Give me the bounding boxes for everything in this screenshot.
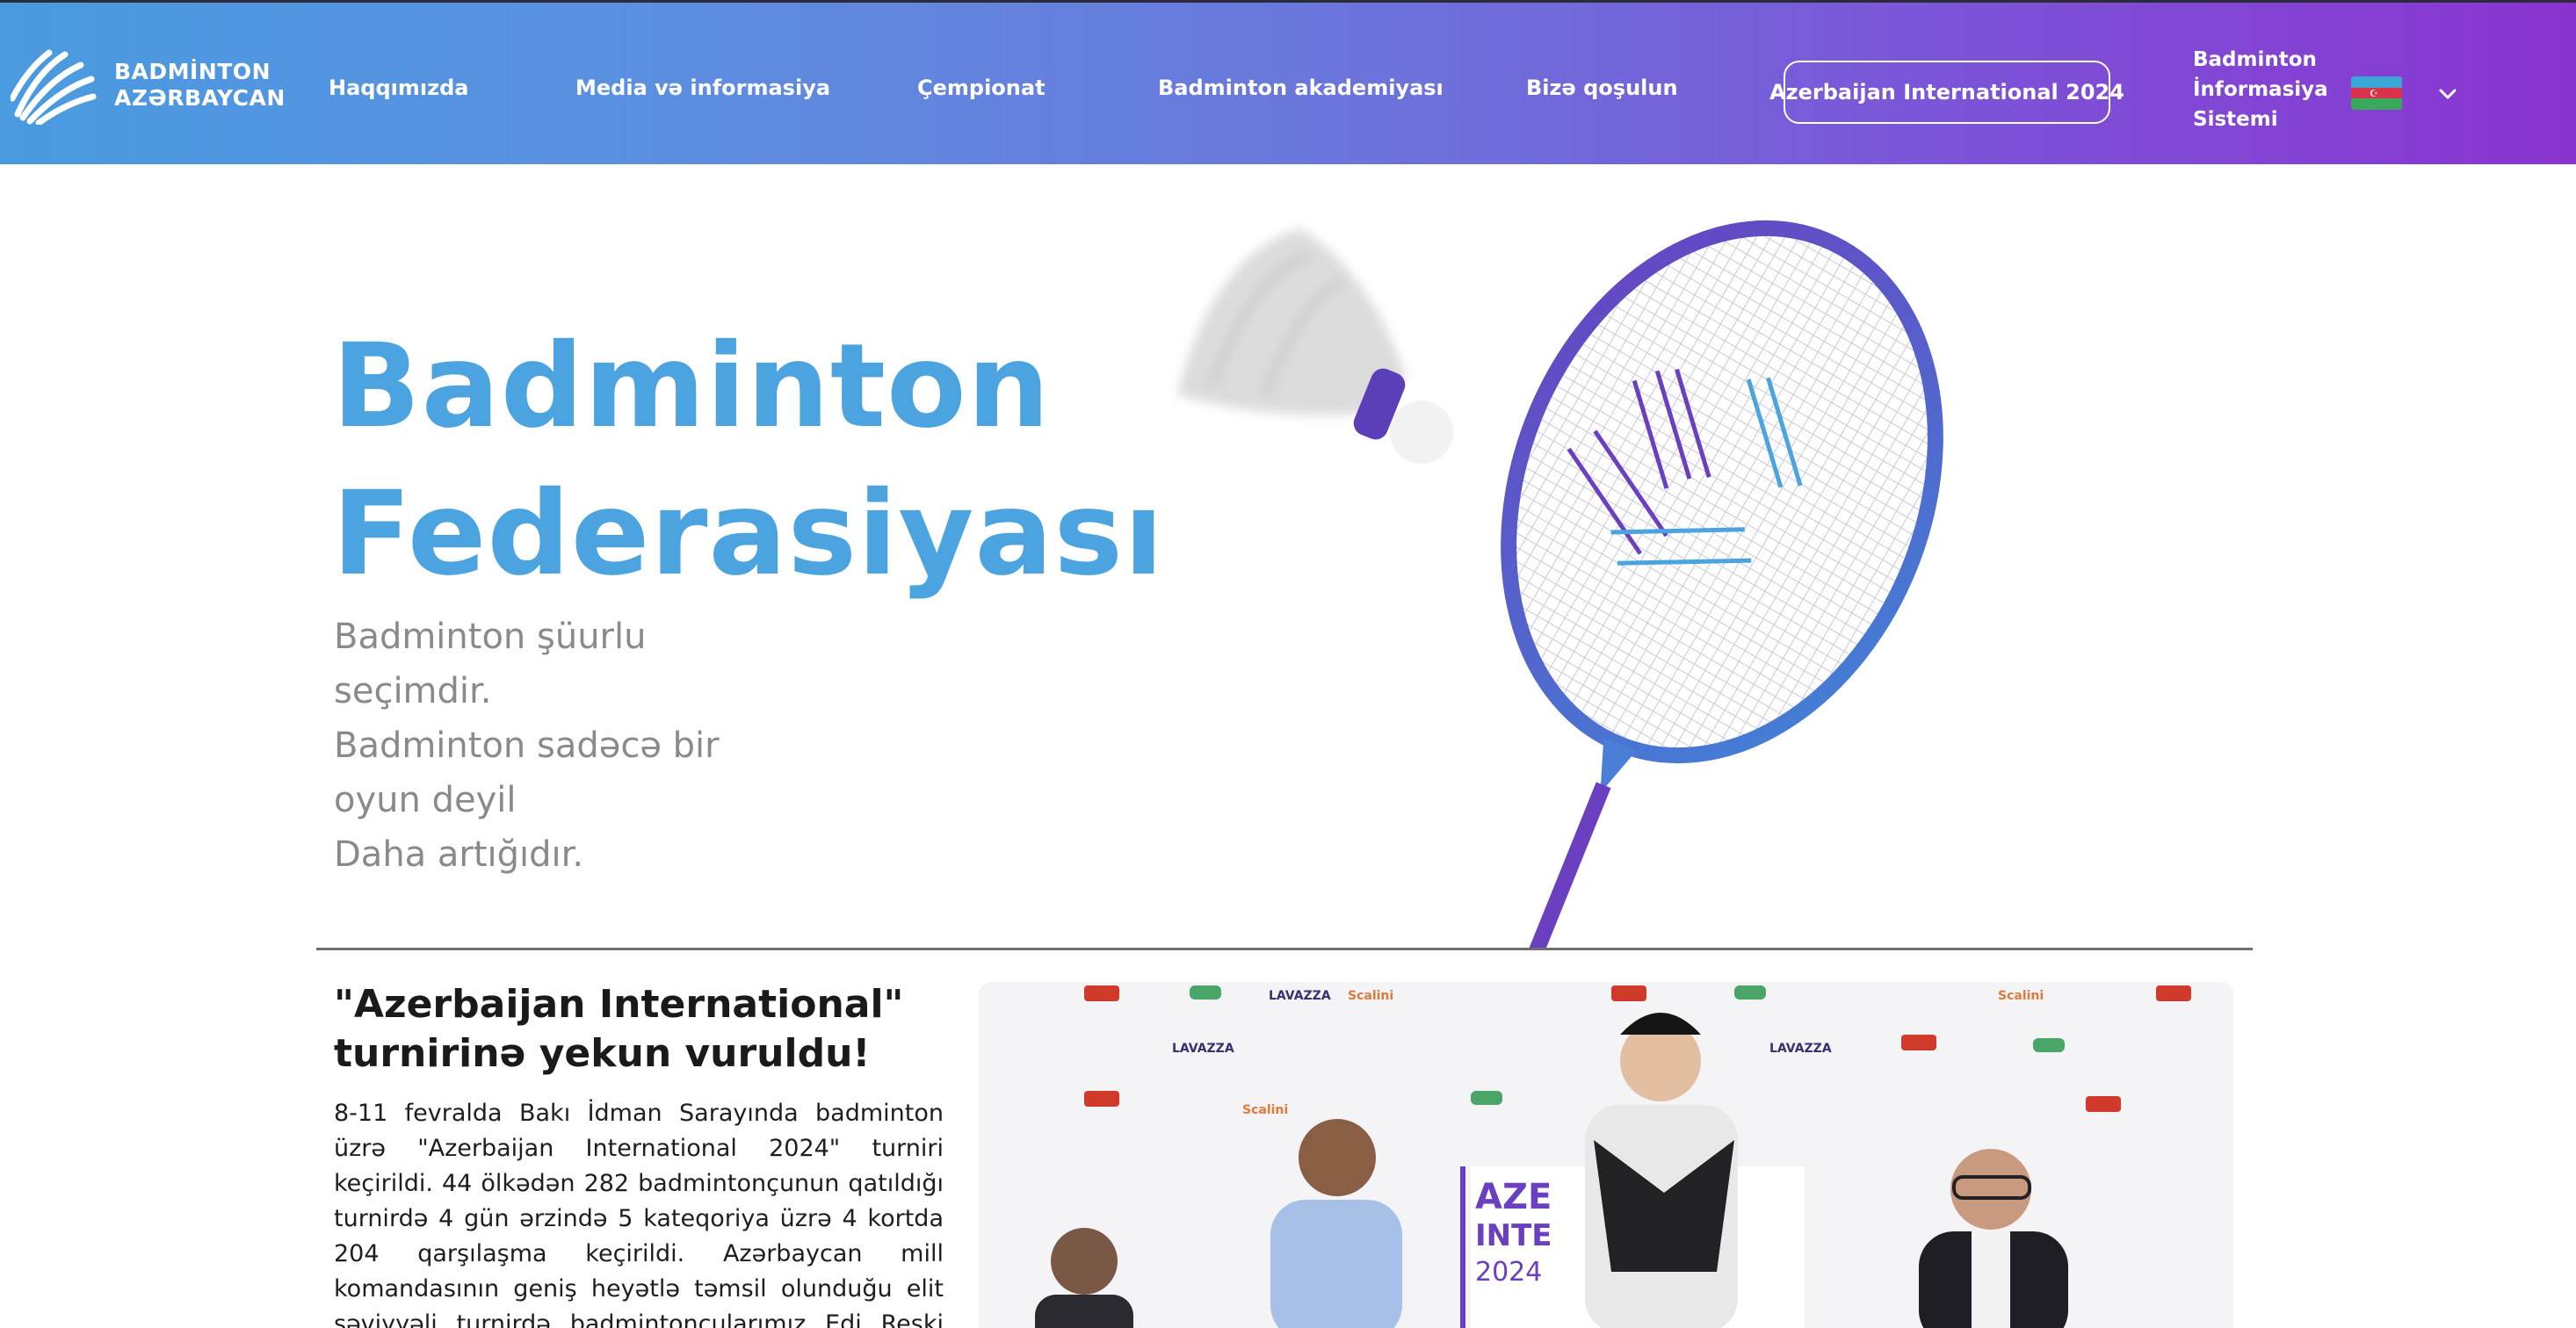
award-ceremony-photo[interactable]: LAVAZZA LAVAZZA LAVAZZA Scalini Scalini … bbox=[979, 982, 2233, 1328]
nav-item-championship[interactable]: Çempionat bbox=[917, 76, 1046, 100]
banner-text: 2024 bbox=[1475, 1257, 1542, 1288]
hero-subtitle-line: Badminton şüurlu bbox=[334, 617, 647, 657]
section-divider bbox=[316, 948, 2253, 950]
hero-subtitle-line: Badminton sadəcə bir bbox=[334, 725, 720, 766]
sponsor-logo: Scalini bbox=[1348, 989, 1393, 1003]
logo-wordmark: BADMİNTON AZƏRBAYCAN bbox=[114, 59, 286, 112]
news-title[interactable]: "Azerbaijan International" turnirinə yek… bbox=[334, 980, 949, 1079]
shuttlecock-logo-icon bbox=[11, 49, 97, 125]
banner-text: AZE bbox=[1475, 1177, 1552, 1217]
racket-shuttlecock-illustration: AZERBAIJAN bbox=[1177, 220, 1943, 949]
nav-item-about[interactable]: Haqqımızda bbox=[329, 76, 468, 100]
sponsor-logo: Scalini bbox=[1998, 989, 2044, 1003]
logo-line-2: AZƏRBAYCAN bbox=[114, 85, 286, 111]
information-system-link[interactable]: Badminton İnformasiya Sistemi bbox=[2193, 45, 2328, 134]
news-body: 8-11 fevralda Bakı İdman Sarayında badmi… bbox=[334, 1100, 944, 1328]
sponsor-logo: LAVAZZA bbox=[1269, 989, 1331, 1003]
site-logo[interactable]: BADMİNTON AZƏRBAYCAN bbox=[11, 41, 286, 129]
sponsor-logo: LAVAZZA bbox=[1172, 1042, 1234, 1056]
info-system-line-2: İnformasiya bbox=[2193, 78, 2328, 101]
azerbaijan-flag-icon[interactable]: ☪ bbox=[2351, 76, 2402, 110]
azerbaijan-international-button[interactable]: Azerbaijan International 2024 bbox=[1769, 61, 2124, 124]
logo-line-1: BADMİNTON bbox=[114, 59, 271, 84]
sponsor-logo: Scalini bbox=[1242, 1103, 1288, 1117]
nav-item-join-us[interactable]: Bizə qoşulun bbox=[1526, 76, 1678, 100]
hero-title-line-1: Badminton bbox=[332, 319, 1051, 454]
hero-subtitle-line: seçimdir. bbox=[334, 671, 492, 711]
hero-subtitle-line: oyun deyil bbox=[334, 780, 517, 820]
nav-item-media[interactable]: Media və informasiya bbox=[575, 76, 830, 100]
info-system-line-1: Badminton bbox=[2193, 48, 2317, 71]
chevron-down-icon[interactable] bbox=[2434, 80, 2462, 108]
nav-item-academy[interactable]: Badminton akademiyası bbox=[1158, 76, 1444, 100]
banner-text: INTE bbox=[1475, 1218, 1552, 1253]
info-system-line-3: Sistemi bbox=[2193, 108, 2278, 131]
hero-title-line-2: Federasiyası bbox=[332, 466, 1165, 602]
hero-title: Badminton Federasiyası bbox=[332, 313, 1164, 608]
hero-subtitle: Badminton şüurlu seçimdir. Badminton sad… bbox=[334, 610, 791, 882]
hero-subtitle-line: Daha artığıdır. bbox=[334, 834, 584, 875]
site-header: BADMİNTON AZƏRBAYCAN Haqqımızda Media və… bbox=[0, 3, 2576, 164]
racket-label: AZERBAIJAN bbox=[1429, 876, 1473, 949]
sponsor-logo: LAVAZZA bbox=[1769, 1042, 1832, 1056]
